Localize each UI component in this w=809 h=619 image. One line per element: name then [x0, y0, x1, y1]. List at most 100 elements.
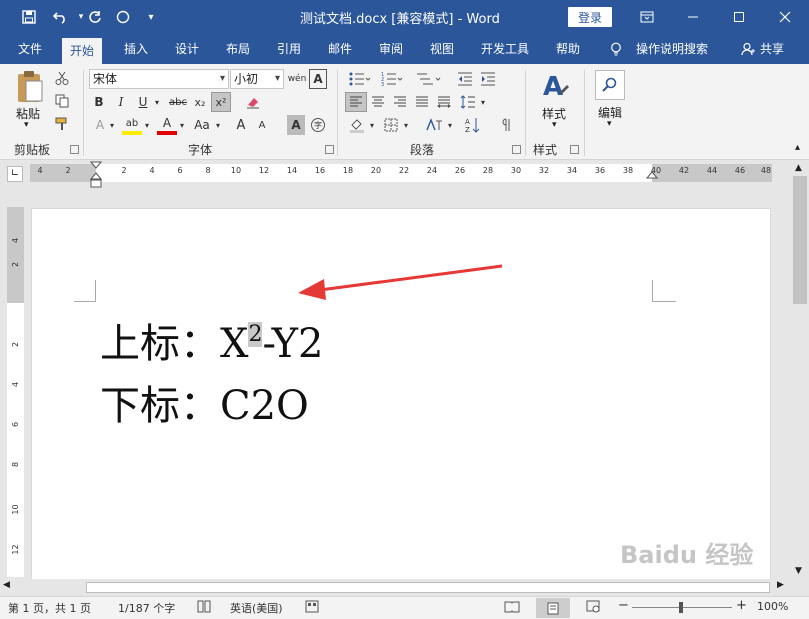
increase-indent-icon[interactable]: [478, 69, 498, 89]
zoom-level[interactable]: 100%: [757, 600, 788, 613]
touch-mode-icon[interactable]: [112, 6, 134, 28]
font-launcher-icon[interactable]: [325, 145, 334, 154]
styles-icon[interactable]: A: [540, 70, 570, 104]
line-spacing-icon[interactable]: [458, 92, 478, 112]
tab-layout[interactable]: 布局: [218, 34, 258, 64]
search-icon[interactable]: [595, 70, 625, 100]
editing-dropdown-icon[interactable]: ▾: [607, 119, 612, 129]
text-effects-dropdown-icon[interactable]: ▾: [107, 115, 117, 135]
char-border-icon[interactable]: A: [309, 69, 327, 89]
clear-formatting-icon[interactable]: [243, 92, 263, 112]
align-center-icon[interactable]: [368, 92, 388, 112]
phonetic-guide-icon[interactable]: wén: [287, 69, 307, 89]
highlight-color-icon[interactable]: ab: [122, 115, 142, 135]
scroll-down-icon[interactable]: ▼: [795, 566, 802, 576]
line-spacing-dropdown-icon[interactable]: ▾: [478, 92, 488, 112]
superscript-selection[interactable]: 2: [248, 322, 263, 347]
tab-view[interactable]: 视图: [422, 34, 462, 64]
chevron-down-icon[interactable]: ▾: [275, 70, 280, 88]
proofing-icon[interactable]: [197, 600, 211, 616]
zoom-in-icon[interactable]: +: [736, 598, 747, 613]
print-layout-icon[interactable]: [536, 598, 570, 618]
sort-icon[interactable]: AZ: [463, 115, 483, 135]
underline-button[interactable]: U: [133, 92, 153, 112]
save-icon[interactable]: [18, 6, 40, 28]
maximize-icon[interactable]: [716, 0, 762, 34]
multilevel-list-icon[interactable]: [413, 69, 443, 89]
redo-icon[interactable]: [84, 6, 106, 28]
bullets-icon[interactable]: [347, 69, 373, 89]
sign-in-button[interactable]: 登录: [568, 7, 612, 27]
grow-font-button[interactable]: A: [233, 115, 249, 135]
font-size-combo[interactable]: 小初 ▾: [230, 69, 284, 89]
numbering-icon[interactable]: 123: [379, 69, 405, 89]
scroll-right-icon[interactable]: ▶: [777, 580, 784, 590]
indent-marker-icon[interactable]: [89, 161, 103, 192]
highlight-dropdown-icon[interactable]: ▾: [142, 115, 152, 135]
shrink-font-button[interactable]: A: [254, 115, 270, 135]
justify-icon[interactable]: [412, 92, 432, 112]
enclose-char-icon[interactable]: 字: [309, 115, 327, 135]
chevron-down-icon[interactable]: ▾: [220, 70, 225, 88]
show-marks-icon[interactable]: [496, 115, 516, 135]
shading-icon[interactable]: [347, 115, 367, 135]
shading-dropdown-icon[interactable]: ▾: [367, 115, 377, 135]
tab-review[interactable]: 审阅: [371, 34, 411, 64]
tab-file[interactable]: 文件: [10, 34, 50, 64]
minimize-icon[interactable]: [670, 0, 716, 34]
bold-button[interactable]: B: [89, 92, 109, 112]
chinese-layout-icon[interactable]: [423, 115, 447, 135]
scroll-left-icon[interactable]: ◀: [3, 580, 10, 590]
subscript-button[interactable]: x₂: [190, 92, 210, 112]
borders-dropdown-icon[interactable]: ▾: [401, 115, 411, 135]
tab-design[interactable]: 设计: [167, 34, 207, 64]
change-case-button[interactable]: Aa: [191, 115, 213, 135]
superscript-button[interactable]: x²: [211, 92, 231, 112]
zoom-slider-thumb[interactable]: [679, 602, 683, 613]
tab-references[interactable]: 引用: [269, 34, 309, 64]
align-left-icon[interactable]: [345, 92, 367, 112]
italic-button[interactable]: I: [111, 92, 131, 112]
tab-mailings[interactable]: 邮件: [320, 34, 360, 64]
font-name-combo[interactable]: 宋体 ▾: [89, 69, 229, 89]
paste-dropdown-icon[interactable]: ▾: [24, 120, 29, 130]
borders-icon[interactable]: [381, 115, 401, 135]
strikethrough-button[interactable]: abc: [166, 92, 190, 112]
zoom-out-icon[interactable]: −: [618, 598, 629, 613]
styles-dropdown-icon[interactable]: ▾: [552, 120, 557, 130]
web-layout-icon[interactable]: [586, 600, 600, 616]
page-count[interactable]: 第 1 页，共 1 页: [8, 600, 91, 616]
superscript-example-line[interactable]: 上标：X2-Y2: [100, 311, 323, 369]
macro-record-icon[interactable]: [305, 600, 319, 616]
tab-home[interactable]: 开始: [62, 38, 103, 64]
cut-icon[interactable]: [52, 68, 72, 88]
font-color-dropdown-icon[interactable]: ▾: [177, 115, 187, 135]
format-painter-icon[interactable]: [52, 114, 72, 134]
tell-me-search[interactable]: 操作说明搜索: [628, 34, 716, 64]
paste-icon[interactable]: [15, 70, 45, 104]
char-shading-icon[interactable]: A: [287, 115, 305, 135]
share-button[interactable]: 共享: [752, 34, 792, 64]
tab-help[interactable]: 帮助: [548, 34, 588, 64]
distributed-icon[interactable]: [434, 92, 454, 112]
styles-launcher-icon[interactable]: [570, 145, 579, 154]
subscript-example-line[interactable]: 下标：C2O: [100, 373, 309, 431]
scroll-up-icon[interactable]: ▲: [795, 163, 802, 173]
clipboard-launcher-icon[interactable]: [70, 145, 79, 154]
chinese-layout-dropdown-icon[interactable]: ▾: [445, 115, 455, 135]
scroll-thumb[interactable]: [793, 176, 807, 304]
tab-developer[interactable]: 开发工具: [473, 34, 537, 64]
undo-icon[interactable]: [50, 6, 72, 28]
close-icon[interactable]: [762, 0, 808, 34]
decrease-indent-icon[interactable]: [455, 69, 475, 89]
lightbulb-icon[interactable]: [610, 42, 622, 60]
underline-dropdown-icon[interactable]: ▾: [152, 92, 162, 112]
collapse-ribbon-icon[interactable]: ▴: [795, 142, 800, 153]
customize-qat-icon[interactable]: ▾: [140, 6, 162, 28]
font-color-icon[interactable]: A: [157, 115, 177, 135]
tab-insert[interactable]: 插入: [116, 34, 156, 64]
copy-icon[interactable]: [52, 91, 72, 111]
read-mode-icon[interactable]: [504, 600, 520, 616]
tab-selector-icon[interactable]: ∟: [7, 166, 23, 182]
align-right-icon[interactable]: [390, 92, 410, 112]
